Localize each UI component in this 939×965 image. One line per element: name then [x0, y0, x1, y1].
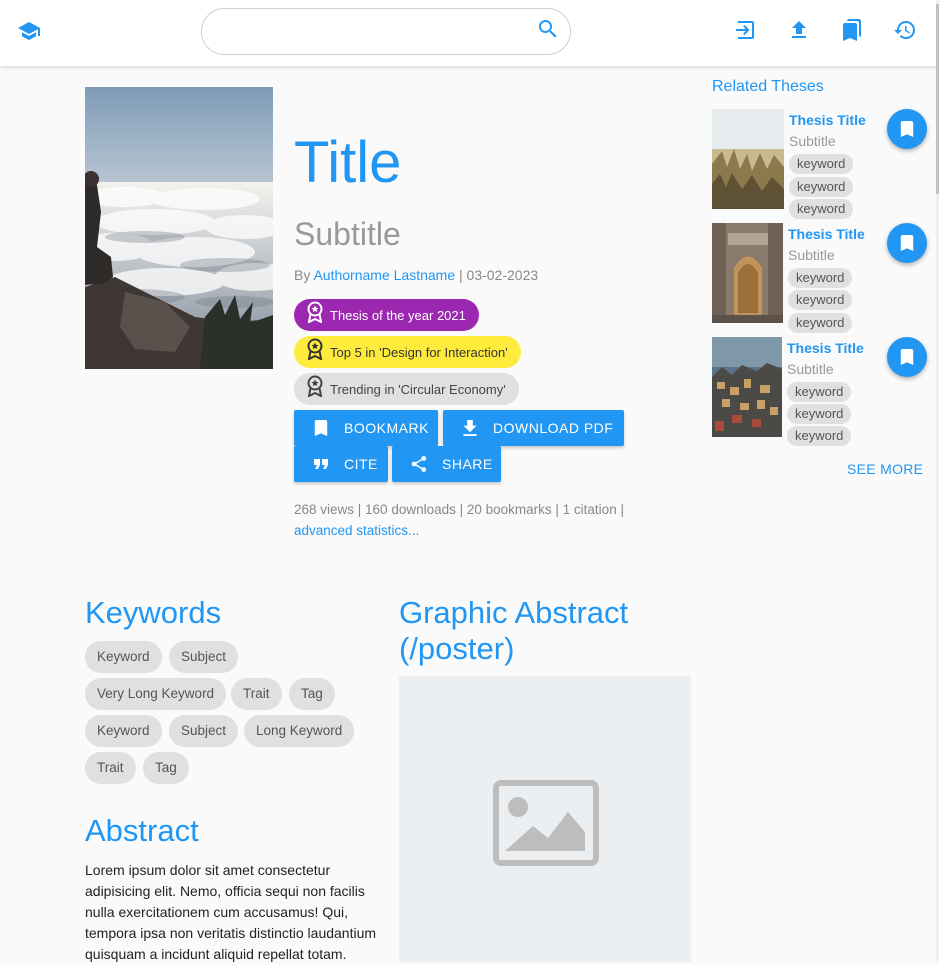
search-icon[interactable]: [535, 16, 561, 42]
keyword-chip[interactable]: Subject: [169, 715, 239, 747]
keyword-chip[interactable]: Trait: [231, 678, 282, 710]
quote-icon: [312, 455, 330, 473]
byline: By Authorname Lastname | 03-02-2023: [294, 266, 538, 284]
thesis-cover-image: [85, 87, 273, 369]
publish-date: 03-02-2023: [466, 267, 539, 283]
related-title[interactable]: Thesis Title: [789, 112, 866, 128]
award-label: Thesis of the year 2021: [330, 307, 466, 323]
related-subtitle: Subtitle: [788, 247, 835, 263]
download-button-label: DOWNLOAD PDF: [493, 420, 614, 436]
search-bar[interactable]: [201, 8, 571, 55]
abstract-text: Lorem ipsum dolor sit amet consectetur a…: [85, 862, 377, 962]
keyword-chip[interactable]: Keyword: [85, 641, 162, 673]
bookmarks-icon[interactable]: [839, 17, 865, 43]
abstract-heading: Abstract: [85, 813, 199, 848]
thesis-subtitle: Subtitle: [294, 216, 401, 252]
related-keyword-chip[interactable]: keyword: [787, 382, 852, 402]
share-button-label: SHARE: [442, 456, 493, 472]
award-label: Trending in 'Circular Economy': [330, 381, 506, 397]
related-thumbnail[interactable]: [712, 337, 782, 437]
keyword-chip[interactable]: Very Long Keyword: [85, 678, 227, 710]
byline-separator: |: [459, 267, 463, 283]
share-button[interactable]: SHARE: [392, 446, 501, 482]
bookmark-icon: [312, 419, 330, 437]
related-keyword-chip[interactable]: keyword: [788, 313, 853, 333]
award-ribbon-icon: [307, 301, 323, 323]
login-icon[interactable]: [733, 17, 759, 43]
see-more-button[interactable]: SEE MORE: [847, 461, 923, 477]
image-placeholder-icon: [493, 780, 599, 866]
related-bookmark-button[interactable]: [887, 109, 927, 149]
related-keyword-chip[interactable]: keyword: [787, 426, 852, 446]
award-medal-icon: [307, 338, 323, 360]
keyword-chip[interactable]: Long Keyword: [244, 715, 355, 747]
advanced-statistics-link[interactable]: advanced statistics...: [294, 520, 624, 541]
keyword-chip[interactable]: Tag: [289, 678, 335, 710]
award-badge-thesis-of-year: Thesis of the year 2021: [294, 299, 479, 331]
related-bookmark-button[interactable]: [887, 223, 927, 263]
keywords-heading: Keywords: [85, 595, 222, 630]
upload-icon[interactable]: [786, 17, 812, 43]
related-title[interactable]: Thesis Title: [788, 226, 865, 242]
share-icon: [410, 455, 428, 473]
keyword-chip[interactable]: Trait: [85, 752, 136, 784]
search-input[interactable]: [218, 19, 522, 47]
bookmark-icon: [900, 121, 914, 137]
thesis-title: Title: [294, 130, 402, 195]
related-bookmark-button[interactable]: [887, 337, 927, 377]
byline-prefix: By: [294, 267, 311, 283]
keyword-chip[interactable]: Subject: [169, 641, 239, 673]
related-thumbnail[interactable]: [712, 109, 784, 209]
cite-button[interactable]: CITE: [294, 446, 388, 482]
keyword-chip[interactable]: Keyword: [85, 715, 162, 747]
award-badge-top5: Top 5 in 'Design for Interaction': [294, 336, 521, 368]
graphic-abstract-poster[interactable]: [399, 676, 691, 962]
thesis-stats: 268 views | 160 downloads | 20 bookmarks…: [294, 499, 624, 541]
author-link[interactable]: Authorname Lastname: [313, 267, 455, 283]
related-keyword-chip[interactable]: keyword: [789, 199, 854, 219]
graduation-cap-icon[interactable]: [16, 18, 42, 44]
bookmark-icon: [900, 349, 914, 365]
award-badge-trending: Trending in 'Circular Economy': [294, 373, 519, 405]
related-title[interactable]: Thesis Title: [787, 340, 864, 356]
download-pdf-button[interactable]: DOWNLOAD PDF: [443, 410, 624, 446]
graphic-abstract-heading-line2: (/poster): [399, 631, 515, 666]
related-keyword-chip[interactable]: keyword: [788, 290, 853, 310]
award-medal-icon: [307, 375, 323, 397]
related-keyword-chip[interactable]: keyword: [789, 177, 854, 197]
keyword-chip[interactable]: Tag: [143, 752, 189, 784]
related-keyword-chip[interactable]: keyword: [789, 154, 854, 174]
award-label: Top 5 in 'Design for Interaction': [330, 344, 508, 360]
related-subtitle: Subtitle: [787, 361, 834, 377]
graphic-abstract-heading-line1: Graphic Abstract: [399, 595, 629, 630]
top-app-bar: [0, 0, 939, 66]
related-keyword-chip[interactable]: keyword: [787, 404, 852, 424]
download-icon: [461, 419, 479, 437]
related-keyword-chip[interactable]: keyword: [788, 268, 853, 288]
bookmark-button[interactable]: BOOKMARK: [294, 410, 438, 446]
related-subtitle: Subtitle: [789, 133, 836, 149]
history-icon[interactable]: [892, 17, 918, 43]
graphic-abstract-heading: Graphic Abstract (/poster): [399, 595, 628, 667]
stats-summary: 268 views | 160 downloads | 20 bookmarks…: [294, 502, 624, 517]
cite-button-label: CITE: [344, 456, 378, 472]
related-theses-heading: Related Theses: [712, 78, 824, 95]
bookmark-icon: [900, 235, 914, 251]
related-thumbnail[interactable]: [712, 223, 783, 323]
bookmark-button-label: BOOKMARK: [344, 420, 429, 436]
